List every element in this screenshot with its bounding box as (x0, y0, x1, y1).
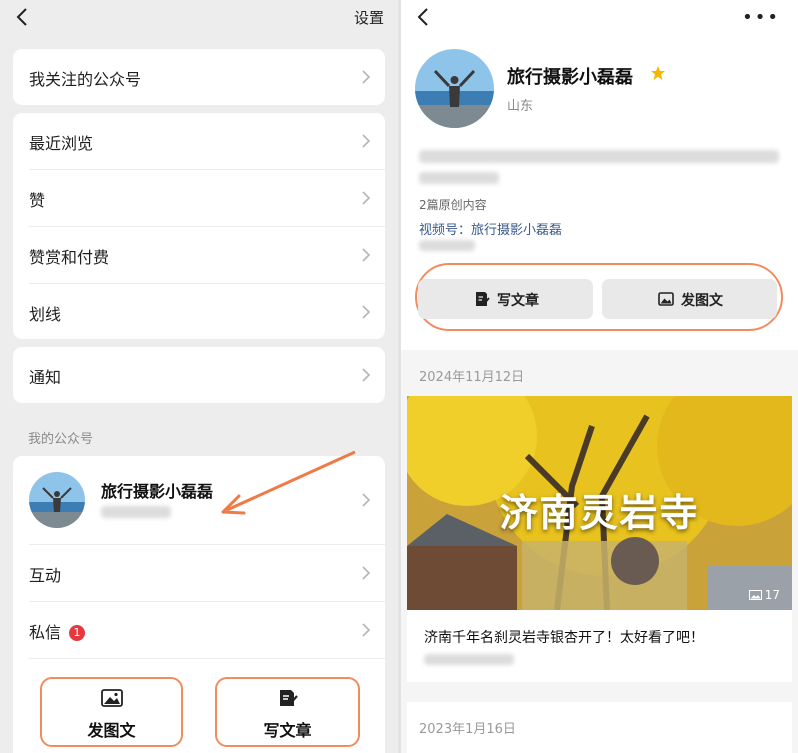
unread-badge: 1 (69, 625, 86, 641)
menu-item-likes[interactable]: 赞 (13, 170, 385, 226)
post-images-label: 发图文 (87, 721, 136, 740)
followed-card: 我关注的公众号 (13, 49, 385, 105)
edit-icon (476, 292, 490, 306)
menu-label: 赞赏和付费 (29, 248, 110, 267)
original-count: 2篇原创内容 (419, 198, 487, 212)
blurred-description (419, 172, 499, 184)
image-count-value: 17 (764, 588, 780, 602)
chevron-right-icon (362, 191, 371, 205)
post-date: 2023年1月16日 (419, 722, 516, 737)
avatar-photo (29, 472, 85, 528)
cover-title: 济南灵岩寺 (499, 491, 700, 535)
arrow-annotation (221, 450, 356, 515)
menu-label: 最近浏览 (29, 134, 94, 153)
account-avatar (29, 472, 85, 528)
image-icon (748, 590, 762, 600)
divider (29, 658, 385, 659)
write-article-button[interactable]: 写文章 (418, 279, 593, 319)
menu-item-messages[interactable]: 私信 1 (13, 602, 385, 658)
edit-icon (279, 690, 298, 706)
post-cover-image: 济南灵岩寺 17 (407, 396, 792, 610)
more-icon[interactable]: ••• (742, 7, 780, 28)
menu-label: 划线 (29, 305, 62, 324)
menu-item-recent[interactable]: 最近浏览 (13, 113, 385, 169)
image-count: 17 (748, 588, 780, 602)
chevron-right-icon (362, 623, 371, 637)
profile-avatar (415, 49, 494, 128)
right-topbar: ••• (401, 0, 798, 36)
menu-item-interact[interactable]: 互动 (13, 545, 385, 601)
menu-item-followed[interactable]: 我关注的公众号 (13, 49, 385, 105)
menu-label: 私信 1 (29, 619, 86, 643)
menu-item-underline[interactable]: 划线 (13, 284, 385, 340)
chevron-right-icon (362, 70, 371, 84)
account-name: 旅行摄影小磊磊 (101, 482, 214, 501)
image-icon (100, 689, 123, 707)
write-article-button[interactable]: 写文章 (215, 677, 360, 747)
my-subscriptions-screen: 设置 我关注的公众号 最近浏览 赞 赞赏和付费 划线 通知 我的公众号 旅行摄影… (0, 0, 398, 753)
chevron-right-icon (362, 368, 371, 382)
post-card-2[interactable]: 2023年1月16日 (407, 702, 792, 753)
video-account-link[interactable]: 视频号：旅行摄影小磊磊 (419, 219, 562, 238)
menu-label: 赞 (29, 191, 46, 210)
write-article-label: 写文章 (497, 293, 539, 309)
blurred-subtitle (101, 506, 171, 518)
post-date: 2024年11月12日 (419, 370, 525, 385)
write-article-label: 写文章 (263, 721, 312, 740)
settings-link[interactable]: 设置 (354, 7, 384, 28)
section-title: 我的公众号 (28, 432, 94, 447)
blurred-info (419, 240, 475, 251)
menu-label: 通知 (29, 368, 62, 387)
blurred-description (419, 150, 779, 163)
menu-label: 我关注的公众号 (29, 70, 142, 89)
menu-item-notify[interactable]: 通知 (13, 347, 385, 403)
star-icon (651, 66, 665, 80)
profile-name: 旅行摄影小磊磊 (507, 67, 633, 88)
chevron-right-icon (362, 305, 371, 319)
post-title[interactable]: 济南千年名刹灵岩寺银杏开了！太好看了吧！ (424, 627, 704, 647)
post-images-label: 发图文 (681, 293, 723, 309)
blurred-meta (424, 654, 514, 665)
menu-item-rewards[interactable]: 赞赏和付费 (13, 227, 385, 283)
menu-label: 互动 (29, 566, 62, 585)
chevron-right-icon (362, 566, 371, 580)
chevron-right-icon (362, 493, 371, 507)
profile-location: 山东 (507, 99, 534, 114)
back-icon[interactable] (413, 6, 435, 28)
notify-card: 通知 (13, 347, 385, 403)
post-images-button[interactable]: 发图文 (40, 677, 183, 747)
chevron-right-icon (362, 248, 371, 262)
left-topbar: 设置 (0, 0, 398, 36)
account-profile-screen: ••• 旅行摄影小磊磊 山东 2篇原创内容 视频号：旅行摄影小磊磊 写文章 发图… (401, 0, 798, 753)
image-icon (658, 292, 674, 306)
messages-label: 私信 (29, 623, 62, 642)
post-card[interactable]: 济南灵岩寺 17 济南千年名刹灵岩寺银杏开了！太好看了吧！ (407, 396, 792, 682)
post-images-button[interactable]: 发图文 (602, 279, 777, 319)
activity-card: 最近浏览 赞 赞赏和付费 划线 (13, 113, 385, 339)
chevron-right-icon (362, 134, 371, 148)
back-icon[interactable] (12, 6, 34, 28)
avatar-photo (415, 49, 494, 128)
